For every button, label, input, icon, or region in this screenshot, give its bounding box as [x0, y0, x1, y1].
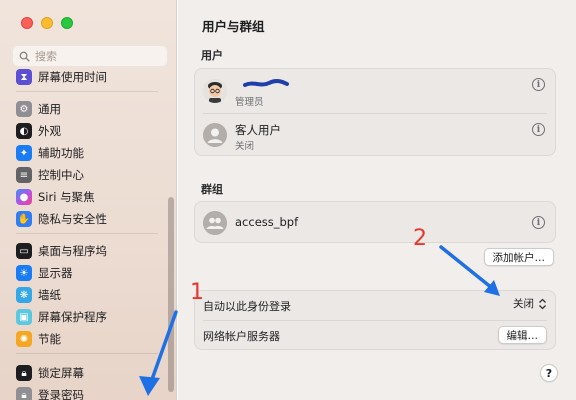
gear-icon: ⚙	[16, 101, 32, 117]
network-server-row: 网络帐户服务器 编辑…	[195, 321, 555, 351]
dock-icon: ▭	[16, 243, 32, 259]
sidebar-item-displays[interactable]: ☀ 显示器	[16, 262, 168, 284]
close-window-button[interactable]	[21, 17, 33, 29]
login-options-card: 自动以此身份登录 关闭 网络帐户服务器 编辑…	[194, 290, 556, 350]
sidebar-item-screensaver[interactable]: ▣ 屏幕保护程序	[16, 306, 168, 328]
main-pane: 用户与群组 用户 管理员 i 客人用户 关闭 i 群组 access_bpf i…	[178, 0, 576, 400]
minimize-window-button[interactable]	[41, 17, 53, 29]
person-avatar	[203, 123, 227, 147]
user-role: 管理员	[235, 97, 264, 108]
hourglass-icon: ⧗	[16, 69, 32, 85]
hand-icon: ✋	[16, 211, 32, 227]
annotation-number-2: 2	[413, 226, 427, 251]
search-icon	[19, 51, 30, 62]
sidebar-item-label: 屏幕保护程序	[38, 310, 107, 324]
page-title: 用户与群组	[202, 19, 265, 34]
sidebar-item-label: Siri 与聚焦	[38, 190, 95, 204]
sidebar-item-label: 登录密码	[38, 388, 84, 400]
wallpaper-icon: ❋	[16, 287, 32, 303]
sidebar-divider	[16, 91, 158, 92]
group-name: access_bpf	[235, 215, 299, 229]
search-placeholder: 搜索	[35, 50, 57, 63]
sidebar-item-desktop-dock[interactable]: ▭ 桌面与程序坞	[16, 240, 168, 262]
group-avatar	[203, 211, 227, 235]
chevron-updown-icon	[539, 298, 546, 309]
sidebar-divider	[16, 233, 158, 234]
lock-icon: 🔒︎	[16, 387, 32, 400]
auto-login-popup[interactable]: 关闭	[513, 296, 547, 311]
sidebar-item-accessibility[interactable]: ✦ 辅助功能	[16, 142, 168, 164]
groups-card: access_bpf i	[194, 201, 556, 243]
groups-section-title: 群组	[201, 183, 223, 196]
sidebar-item-label: 锁定屏幕	[38, 366, 84, 380]
user-status: 关闭	[235, 141, 255, 152]
accessibility-icon: ✦	[16, 145, 32, 161]
sun-icon: ☀	[16, 265, 32, 281]
edit-button[interactable]: 编辑…	[497, 326, 547, 344]
sidebar-item-label: 控制中心	[38, 168, 84, 182]
sidebar-item-lock-screen[interactable]: 🔒︎ 锁定屏幕	[16, 362, 168, 384]
add-account-button[interactable]: 添加帐户…	[483, 248, 554, 266]
window-controls	[21, 17, 73, 29]
siri-icon: ●	[16, 189, 32, 205]
sidebar-item-general[interactable]: ⚙ 通用	[16, 98, 168, 120]
sidebar-item-wallpaper[interactable]: ❋ 墙纸	[16, 284, 168, 306]
users-section-title: 用户	[201, 49, 223, 62]
auto-login-row: 自动以此身份登录 关闭	[195, 291, 555, 320]
users-card: 管理员 i 客人用户 关闭 i	[194, 68, 556, 156]
lock-icon: 🔒︎	[16, 365, 32, 381]
redacted-username-scribble	[243, 79, 289, 87]
sidebar-item-label: 辅助功能	[38, 146, 84, 160]
sidebar-item-label: 屏幕使用时间	[38, 70, 107, 84]
annotation-number-1: 1	[190, 280, 204, 305]
search-field[interactable]: 搜索	[12, 45, 168, 67]
user-row-guest[interactable]: 客人用户 关闭 i	[195, 113, 555, 157]
memoji-avatar	[203, 79, 227, 103]
sidebar: 搜索 ⧗ 屏幕使用时间 ⚙ 通用 ◐ 外观 ✦ 辅助功能 ≡ 控制中心 ● Si…	[0, 0, 177, 400]
sidebar-item-privacy[interactable]: ✋ 隐私与安全性	[16, 208, 168, 230]
screensaver-icon: ▣	[16, 309, 32, 325]
sidebar-item-login-password[interactable]: 🔒︎ 登录密码	[16, 384, 168, 400]
auto-login-label: 自动以此身份登录	[203, 300, 291, 313]
group-row[interactable]: access_bpf i	[195, 202, 555, 244]
sidebar-item-label: 墙纸	[38, 288, 61, 302]
user-name: 客人用户	[235, 123, 281, 137]
info-icon[interactable]: i	[532, 123, 545, 136]
appearance-icon: ◐	[16, 123, 32, 139]
sidebar-item-screen-time[interactable]: ⧗ 屏幕使用时间	[16, 66, 168, 88]
zoom-window-button[interactable]	[61, 17, 73, 29]
bulb-icon: ✺	[16, 331, 32, 347]
sidebar-scrollbar[interactable]	[168, 197, 174, 392]
sidebar-item-label: 通用	[38, 102, 61, 116]
sidebar-item-siri[interactable]: ● Siri 与聚焦	[16, 186, 168, 208]
sidebar-item-label: 桌面与程序坞	[38, 244, 107, 258]
network-server-label: 网络帐户服务器	[203, 330, 280, 343]
info-icon[interactable]: i	[532, 78, 545, 91]
help-button[interactable]: ?	[540, 364, 558, 382]
sidebar-item-label: 节能	[38, 332, 61, 346]
info-icon[interactable]: i	[532, 216, 545, 229]
control-center-icon: ≡	[16, 167, 32, 183]
sidebar-item-control-center[interactable]: ≡ 控制中心	[16, 164, 168, 186]
sidebar-item-appearance[interactable]: ◐ 外观	[16, 120, 168, 142]
auto-login-value: 关闭	[513, 298, 534, 310]
sidebar-item-energy[interactable]: ✺ 节能	[16, 328, 168, 350]
sidebar-item-label: 外观	[38, 124, 61, 138]
sidebar-divider	[16, 353, 158, 354]
sidebar-item-label: 隐私与安全性	[38, 212, 107, 226]
sidebar-item-label: 显示器	[38, 266, 73, 280]
user-row-admin[interactable]: 管理员 i	[195, 69, 555, 113]
